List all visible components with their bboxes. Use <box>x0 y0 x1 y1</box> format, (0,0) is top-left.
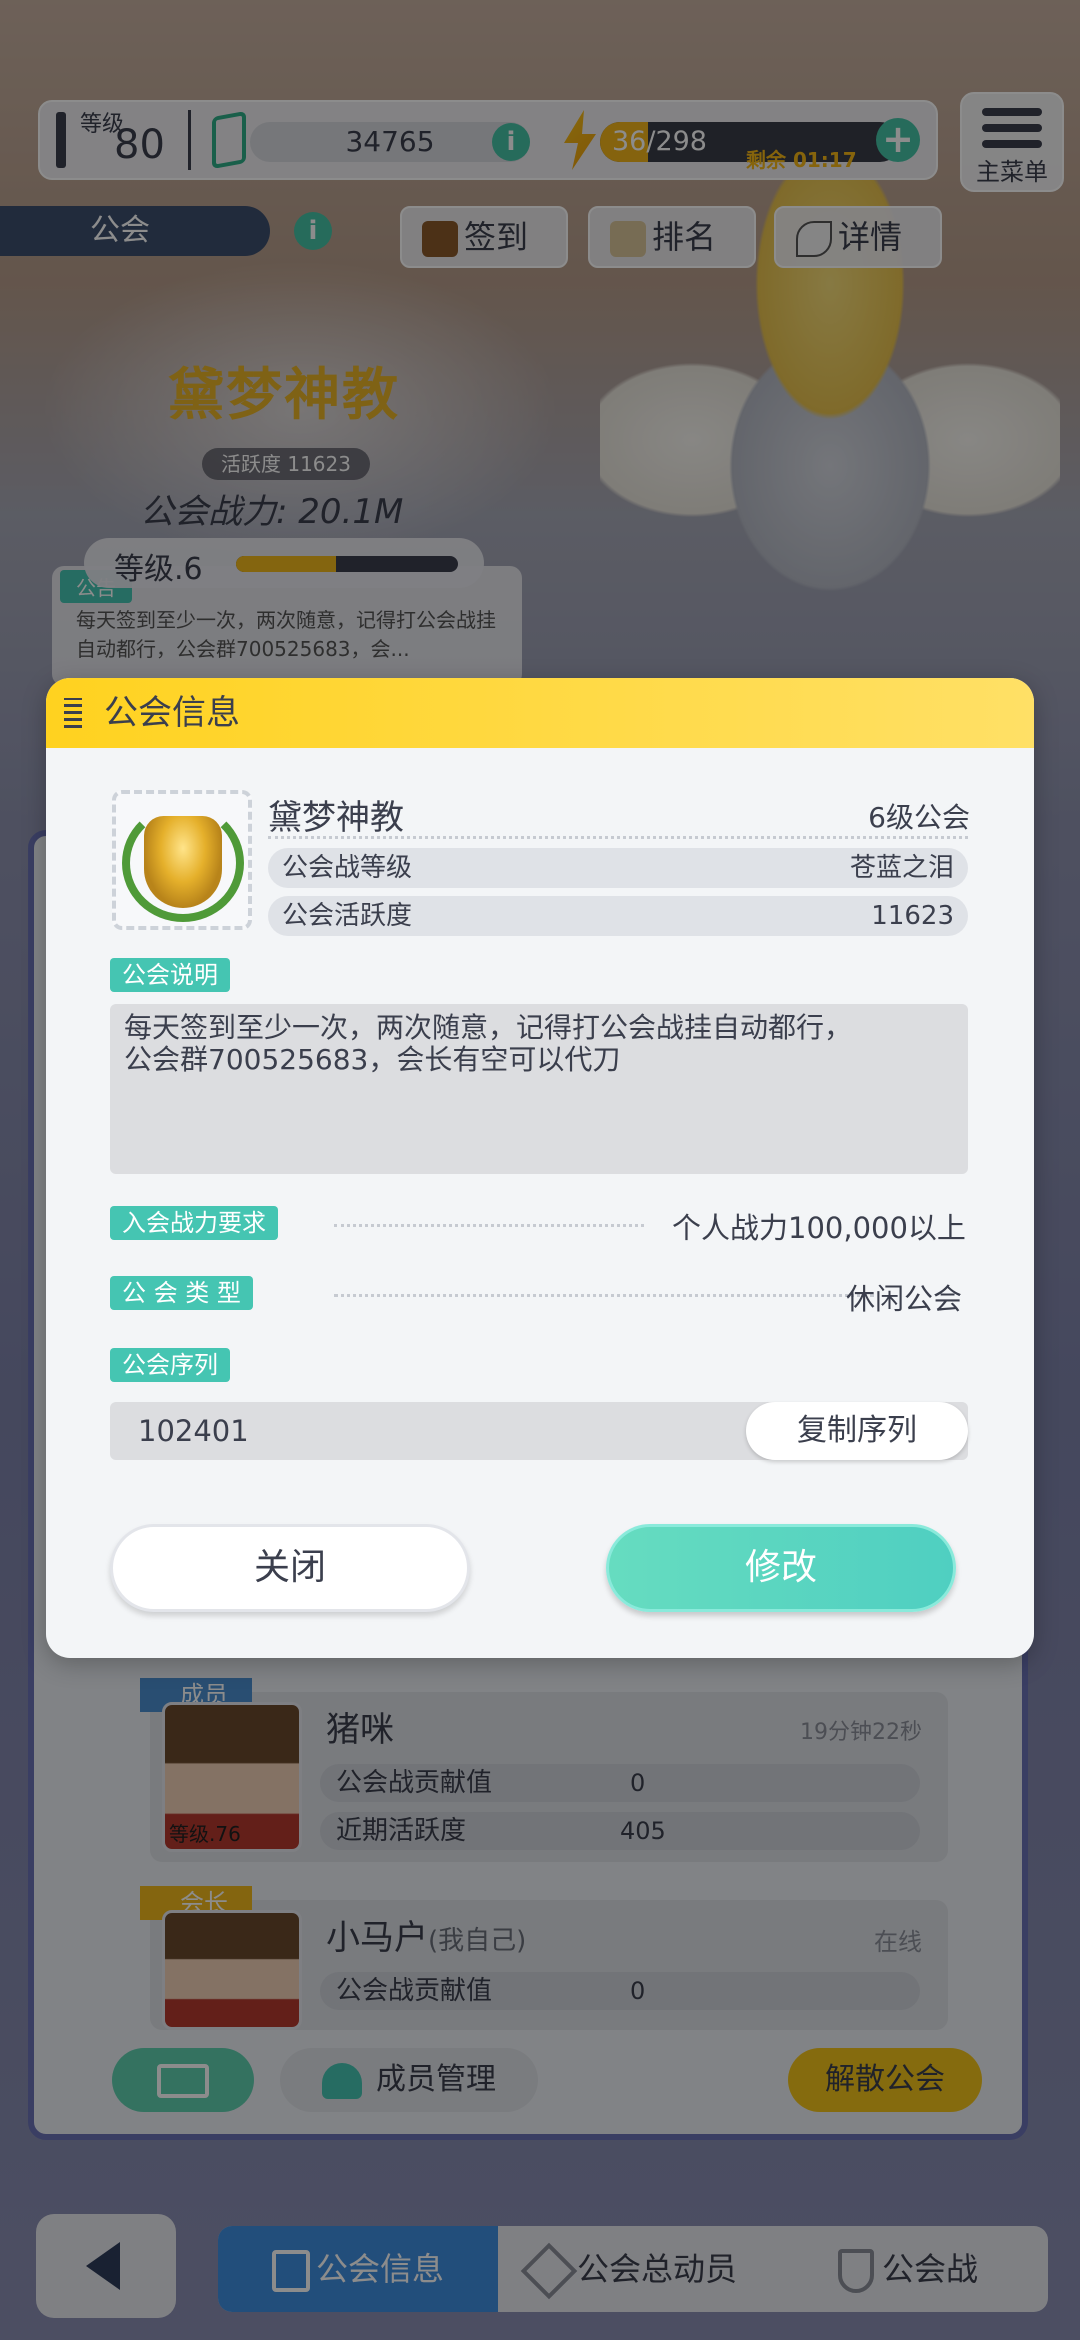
guild-activity-row: 公会活跃度 11623 <box>268 896 968 936</box>
power-requirement-value: 个人战力100,000以上 <box>672 1211 966 1245</box>
guild-serial-label: 公会序列 <box>110 1348 230 1382</box>
grip-icon <box>64 698 82 728</box>
guild-description: 每天签到至少一次，两次随意，记得打公会战挂自动都行， 公会群700525683，… <box>110 1004 968 1174</box>
dialog-header: 公会信息 <box>46 678 1034 748</box>
guild-level: 6级公会 <box>868 801 970 834</box>
guild-desc-label: 公会说明 <box>110 958 230 992</box>
divider <box>268 836 968 839</box>
divider <box>334 1224 644 1227</box>
guild-war-level-row: 公会战等级 苍蓝之泪 <box>268 848 968 888</box>
guild-type-label: 公 会 类 型 <box>110 1276 253 1310</box>
guild-emblem <box>112 790 252 930</box>
power-requirement-label: 入会战力要求 <box>110 1206 278 1240</box>
dialog-title: 公会信息 <box>104 693 240 733</box>
guild-activity-value: 11623 <box>871 901 954 931</box>
guild-info-dialog: 公会信息 黛梦神教 6级公会 公会战等级 苍蓝之泪 公会活跃度 11623 公会… <box>46 678 1034 1658</box>
trophy-icon <box>144 816 222 908</box>
copy-serial-button[interactable]: 复制序列 <box>746 1402 968 1460</box>
guild-name: 黛梦神教 <box>268 798 404 838</box>
edit-button[interactable]: 修改 <box>606 1524 956 1612</box>
divider <box>334 1294 874 1297</box>
guild-activity-label: 公会活跃度 <box>282 901 413 931</box>
guild-war-level-label: 公会战等级 <box>282 853 413 883</box>
guild-type-value: 休闲公会 <box>846 1282 963 1316</box>
guild-war-level-value: 苍蓝之泪 <box>849 853 954 883</box>
close-button[interactable]: 关闭 <box>110 1524 470 1612</box>
